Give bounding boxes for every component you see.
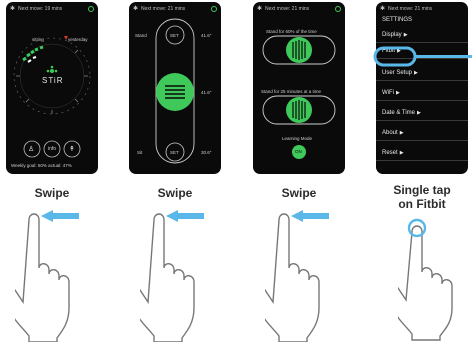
hand-icon [265,210,329,342]
caption-swipe-2: Swipe [157,186,193,200]
screen-dial[interactable]: ✱ Next move: 19 mins sitting yesterday S… [6,2,98,174]
person-icon[interactable]: ♙ [28,145,34,153]
stir-logo: STiR [42,76,64,85]
chevron-right-icon: ▶ [417,110,421,116]
hand-icon [15,210,79,342]
settings-item-date-time[interactable]: Date & Time ▶ [376,106,468,121]
chevron-right-icon: ▶ [399,150,404,156]
caption-swipe-3: Swipe [281,186,317,200]
screen-settings[interactable]: ✱ Next move: 21 mins SETTINGS Display ▶ F… [376,2,468,174]
arrow-left-icon [166,210,204,222]
stand-set-button[interactable]: SET [170,33,179,38]
caption-single-tap: Single tap on Fitbit [393,183,451,211]
settings-item-label: WiFi [382,90,394,96]
settings-item-about[interactable]: About ▶ [376,126,468,141]
settings-item-label: Date & Time [382,110,416,116]
caption-swipe-1: Swipe [34,186,70,200]
fitbit-highlight-callout [373,46,472,67]
settings-item-label: Reset [382,150,398,156]
arrow-left-icon [41,210,79,222]
dial-label-right: yesterday [68,37,88,42]
chevron-right-icon: ▶ [403,32,408,38]
hand-icon [398,218,453,341]
settings-item-display[interactable]: Display ▶ [376,28,468,43]
weekly-goal-text: Weekly goal: 50% actual: 47% [11,163,72,168]
height-graphic [155,18,195,164]
screen-heights[interactable]: ✱ Next move: 21 mins Stand SET 41.6" 41.… [129,2,221,174]
chevron-right-icon: ▶ [414,70,418,76]
settings-title: SETTINGS [382,17,413,23]
dial-label-left: sitting [32,37,44,42]
stand-icon[interactable]: ↟ [69,145,75,153]
status-text: Next move: 21 mins [388,6,433,12]
settings-item-wifi[interactable]: WiFi ▶ [376,86,468,101]
learning-mode-label: Learning Mode [282,136,313,141]
screen-stand-settings[interactable]: ✱ Next move: 21 mins Stand for 60% of th… [253,2,345,174]
settings-item-reset[interactable]: Reset ▶ [376,146,468,161]
sit-set-button[interactable]: SET [170,150,179,155]
status-bar: ✱ Next move: 21 mins [380,5,464,14]
learning-mode-toggle[interactable]: ON [295,149,302,154]
sit-label: Sit [137,150,143,155]
stand-label: Stand [135,33,147,38]
stand-percent-label: Stand for 60% of the time [266,29,317,34]
chevron-right-icon: ▶ [399,130,404,136]
stand-minutes-label: Stand for 25 minutes at a time [261,89,322,94]
settings-item-label: Display [382,32,402,38]
settings-item-label: About [382,130,398,136]
sit-height-value: 30.6" [201,150,212,155]
stand-height-value: 41.6" [201,33,212,38]
chevron-right-icon: ▶ [396,90,400,96]
current-height-value: 41.6" [201,90,212,95]
settings-item-label: User Setup [382,70,413,76]
gear-icon[interactable]: ✱ [380,5,385,14]
hand-icon [140,210,204,342]
arrow-left-icon [291,210,329,222]
info-button[interactable]: info [48,146,56,152]
